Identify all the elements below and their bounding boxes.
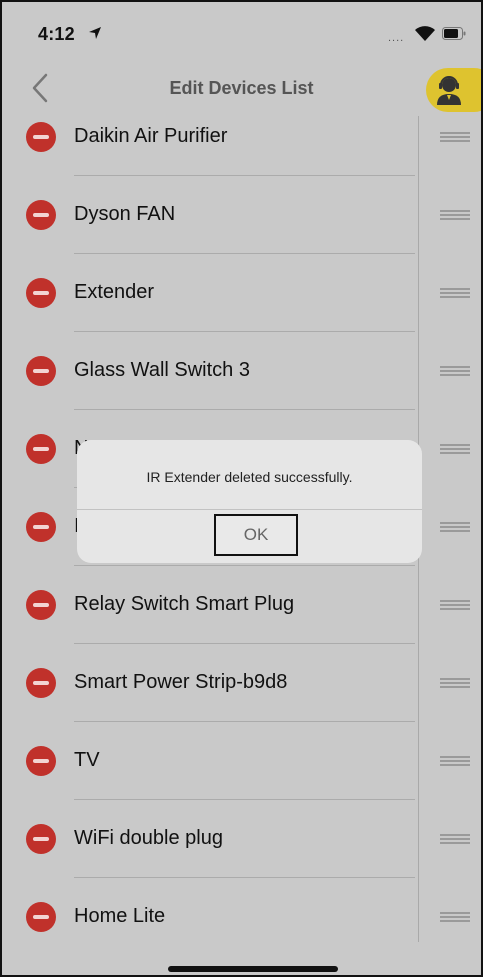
page-title: Edit Devices List bbox=[169, 78, 314, 98]
delete-minus-icon[interactable] bbox=[26, 668, 56, 698]
device-name: Daikin Air Purifier bbox=[74, 125, 228, 147]
delete-minus-icon[interactable] bbox=[26, 356, 56, 386]
device-name: Relay Switch Smart Plug bbox=[74, 593, 295, 615]
delete-minus-icon[interactable] bbox=[26, 824, 56, 854]
status-bar: 4:12 .... bbox=[2, 2, 481, 64]
delete-minus-icon[interactable] bbox=[26, 434, 56, 464]
list-item: Glass Wall Switch 3 bbox=[2, 332, 481, 410]
alert-message: IR Extender deleted successfully. bbox=[146, 469, 353, 485]
device-name: Smart Power Strip-b9d8 bbox=[74, 671, 288, 693]
device-name: TV bbox=[74, 749, 100, 771]
drag-handle-icon[interactable] bbox=[440, 834, 470, 844]
list-item: Home Lite bbox=[2, 878, 481, 956]
delete-minus-icon[interactable] bbox=[26, 902, 56, 932]
list-item: Relay Switch Smart Plug bbox=[2, 566, 481, 644]
delete-minus-icon[interactable] bbox=[26, 590, 56, 620]
drag-handle-icon[interactable] bbox=[440, 522, 470, 532]
signal-dots: .... bbox=[388, 32, 405, 44]
device-name: WiFi double plug bbox=[74, 827, 223, 849]
delete-minus-icon[interactable] bbox=[26, 278, 56, 308]
home-indicator[interactable] bbox=[168, 966, 338, 972]
list-item: Daikin Air Purifier bbox=[2, 98, 481, 176]
list-item: WiFi double plug bbox=[2, 800, 481, 878]
alert-dialog: IR Extender deleted successfully. OK bbox=[77, 440, 422, 563]
delete-minus-icon[interactable] bbox=[26, 200, 56, 230]
drag-handle-icon[interactable] bbox=[440, 678, 470, 688]
battery-icon bbox=[442, 27, 466, 40]
device-name: Glass Wall Switch 3 bbox=[74, 359, 250, 381]
drag-handle-icon[interactable] bbox=[440, 132, 470, 142]
delete-minus-icon[interactable] bbox=[26, 512, 56, 542]
status-time: 4:12 bbox=[38, 24, 75, 44]
drag-handle-icon[interactable] bbox=[440, 366, 470, 376]
delete-minus-icon[interactable] bbox=[26, 746, 56, 776]
phone-screen: 4:12 .... Edit Devices List Daikin Air P… bbox=[0, 0, 483, 977]
drag-handle-icon[interactable] bbox=[440, 756, 470, 766]
wifi-icon bbox=[415, 26, 435, 41]
drag-handle-icon[interactable] bbox=[440, 210, 470, 220]
device-name: Dyson FAN bbox=[74, 203, 176, 225]
location-arrow-icon bbox=[89, 27, 101, 39]
drag-handle-icon[interactable] bbox=[440, 444, 470, 454]
list-item: Smart Power Strip-b9d8 bbox=[2, 644, 481, 722]
list-item: TV bbox=[2, 722, 481, 800]
list-item: Dyson FAN bbox=[2, 176, 481, 254]
drag-handle-icon[interactable] bbox=[440, 912, 470, 922]
device-name: Extender bbox=[74, 281, 155, 303]
delete-minus-icon[interactable] bbox=[26, 122, 56, 152]
drag-handle-icon[interactable] bbox=[440, 600, 470, 610]
list-item: Extender bbox=[2, 254, 481, 332]
alert-divider bbox=[77, 509, 422, 510]
drag-handle-icon[interactable] bbox=[440, 288, 470, 298]
device-name: Home Lite bbox=[74, 905, 166, 927]
ok-button[interactable]: OK bbox=[214, 514, 298, 556]
